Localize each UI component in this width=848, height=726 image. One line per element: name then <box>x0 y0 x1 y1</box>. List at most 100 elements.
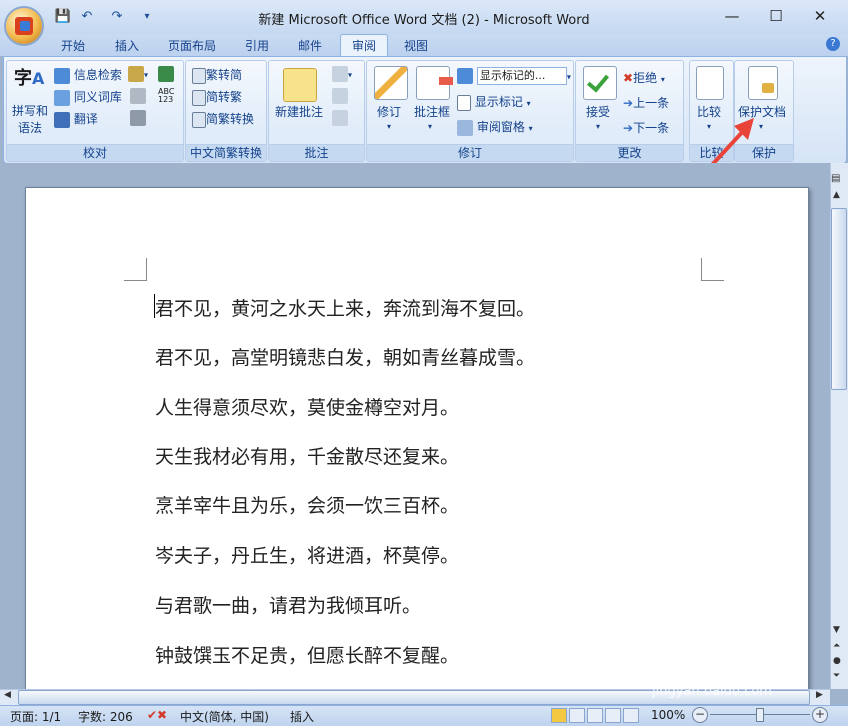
to-traditional-button[interactable]: 简转繁 <box>192 88 242 106</box>
word-count-button[interactable] <box>130 88 146 104</box>
accept-icon <box>583 66 617 100</box>
delete-comment-button[interactable]: ▾ <box>332 66 352 82</box>
document-line-1[interactable]: 君不见，黄河之水天上来，奔流到海不复回。 <box>155 294 535 321</box>
balloons-dropdown-icon[interactable]: ▾ <box>428 122 432 131</box>
show-markup-button[interactable]: 显示标记 ▾ <box>457 93 531 111</box>
help-icon[interactable]: ? <box>826 37 840 51</box>
accept-button[interactable]: 接受 <box>586 103 610 120</box>
status-word-count[interactable]: 字数: 206 <box>78 708 133 725</box>
thesaurus-button[interactable]: 同义词库 <box>54 88 122 106</box>
delete-comment-icon <box>332 66 348 82</box>
office-button[interactable] <box>6 8 42 44</box>
show-markup-icon <box>457 94 471 111</box>
compare-icon <box>696 66 724 100</box>
set-language-button[interactable] <box>158 66 174 82</box>
research-button[interactable]: 信息检索 <box>54 66 122 84</box>
next-page-icon[interactable]: ⏷ <box>833 671 840 681</box>
group-label-proofing: 校对 <box>7 144 183 161</box>
document-line-8[interactable]: 钟鼓馔玉不足贵，但愿长醉不复醒。 <box>155 641 459 668</box>
conversion-button[interactable]: 简繁转换 <box>192 110 254 128</box>
research-icon <box>54 67 70 84</box>
spelling-icon: 字A <box>14 68 45 89</box>
balloons-button[interactable]: 批注框 <box>414 103 450 120</box>
translate-button[interactable]: 翻译 <box>54 110 98 128</box>
document-line-5[interactable]: 烹羊宰牛且为乐，会须一饮三百杯。 <box>155 491 459 518</box>
web-layout-icon[interactable] <box>587 708 603 723</box>
scroll-down-icon[interactable]: ▼ <box>833 625 840 635</box>
next-change-icon: ➔ <box>623 121 634 135</box>
stats-icon <box>130 110 146 126</box>
tab-page-layout[interactable]: 页面布局 <box>157 36 227 56</box>
vertical-scroll-thumb[interactable] <box>831 208 847 390</box>
document-line-6[interactable]: 岑夫子，丹丘生，将进酒，杯莫停。 <box>155 541 459 568</box>
crop-mark-left <box>124 258 147 281</box>
reviewing-pane-button[interactable]: 审阅窗格 ▾ <box>457 118 533 136</box>
language-button[interactable]: ▾ <box>128 66 148 82</box>
tab-references[interactable]: 引用 <box>234 36 280 56</box>
maximize-button[interactable]: ☐ <box>756 3 796 29</box>
previous-comment-icon <box>332 88 348 104</box>
new-comment-button[interactable]: 新建批注 <box>275 103 323 120</box>
protect-document-icon <box>748 66 778 100</box>
document-line-2[interactable]: 君不见，高堂明镜悲白发，朝如青丝暮成雪。 <box>155 343 535 370</box>
document-line-7[interactable]: 与君歌一曲，请君为我倾耳听。 <box>155 591 421 618</box>
new-comment-icon <box>283 68 317 102</box>
track-changes-icon <box>374 66 408 100</box>
browse-object-icon[interactable]: ● <box>833 656 841 666</box>
group-label-comments: 批注 <box>269 144 364 161</box>
tab-view[interactable]: 视图 <box>393 36 439 56</box>
status-page[interactable]: 页面: 1/1 <box>10 708 61 725</box>
group-label-changes: 更改 <box>576 144 683 161</box>
scroll-up-icon[interactable]: ▲ <box>833 190 840 200</box>
zoom-out-icon[interactable]: − <box>692 707 708 723</box>
tab-mailings[interactable]: 邮件 <box>287 36 333 56</box>
baidu-watermark: Baidu经验 <box>640 654 776 684</box>
accept-dropdown-icon[interactable]: ▾ <box>596 122 600 131</box>
display-review-icon <box>457 68 473 84</box>
word-count-stats-button[interactable] <box>130 110 146 126</box>
proofing-status-icon[interactable]: ✔✖ <box>147 708 167 722</box>
globe-icon <box>158 66 174 82</box>
zoom-in-icon[interactable]: + <box>812 707 828 723</box>
outline-view-icon[interactable] <box>605 708 621 723</box>
document-line-4[interactable]: 天生我材必有用，千金散尽还复来。 <box>155 442 459 469</box>
full-screen-reading-icon[interactable] <box>569 708 585 723</box>
to-simplified-button[interactable]: 繁转简 <box>192 66 242 84</box>
next-change-button[interactable]: ➔下一条 <box>623 119 669 136</box>
abc-123-icon[interactable]: ABC 123 <box>158 88 174 104</box>
zoom-slider-thumb[interactable] <box>756 708 764 722</box>
zoom-level[interactable]: 100% <box>651 708 685 722</box>
office-logo-icon <box>15 17 33 35</box>
status-insert-mode[interactable]: 插入 <box>290 708 314 725</box>
scroll-right-icon[interactable]: ▶ <box>816 690 823 700</box>
group-label-chinese: 中文简繁转换 <box>186 144 266 161</box>
close-button[interactable]: ✕ <box>800 3 840 29</box>
word-count-icon <box>130 88 146 104</box>
reject-button[interactable]: ✖拒绝 ▾ <box>623 69 665 86</box>
minimize-button[interactable]: — <box>712 3 752 29</box>
previous-page-icon[interactable]: ⏶ <box>833 641 840 651</box>
status-language[interactable]: 中文(简体, 中国) <box>180 708 269 725</box>
reject-icon: ✖ <box>623 71 634 85</box>
draft-view-icon[interactable] <box>623 708 639 723</box>
balloons-icon <box>416 66 453 100</box>
spelling-button[interactable]: 拼写和 <box>12 102 48 119</box>
track-changes-button[interactable]: 修订 <box>377 103 401 120</box>
track-changes-dropdown-icon[interactable]: ▾ <box>387 122 391 131</box>
previous-comment-button[interactable] <box>332 88 348 104</box>
baidu-watermark-url: jingyan.baidu.com <box>652 684 772 699</box>
crop-mark-right <box>701 258 724 281</box>
conversion-icon <box>192 111 206 128</box>
tab-insert[interactable]: 插入 <box>104 36 150 56</box>
print-layout-view-icon[interactable] <box>551 708 567 723</box>
tab-review[interactable]: 审阅 <box>340 34 389 57</box>
thesaurus-icon <box>54 89 70 106</box>
display-for-review-select[interactable]: 显示标记的... ▾ <box>457 67 571 85</box>
spelling-button-line2[interactable]: 语法 <box>18 119 42 136</box>
next-comment-button[interactable] <box>332 110 348 126</box>
tab-home[interactable]: 开始 <box>50 36 96 56</box>
previous-change-button[interactable]: ➔上一条 <box>623 94 669 111</box>
scroll-left-icon[interactable]: ◀ <box>4 690 11 700</box>
ruler-toggle-icon[interactable]: ▤ <box>831 173 840 184</box>
document-line-3[interactable]: 人生得意须尽欢，莫使金樽空对月。 <box>155 393 459 420</box>
